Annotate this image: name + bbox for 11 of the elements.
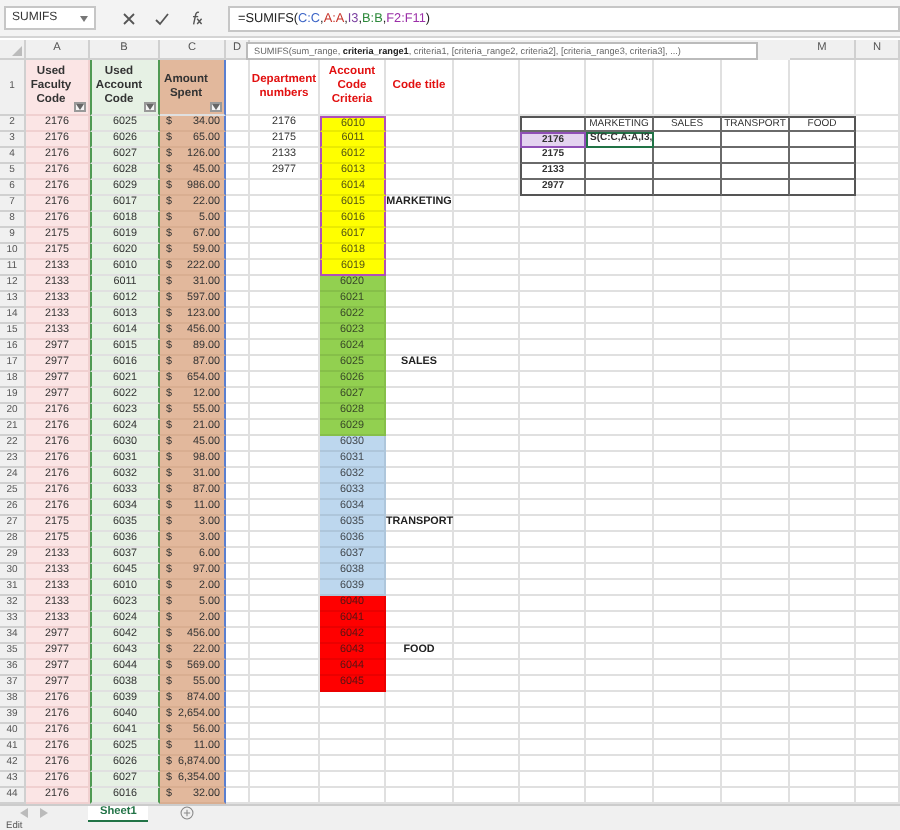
add-sheet-icon[interactable] (180, 806, 195, 820)
filter-button[interactable] (74, 102, 86, 112)
filter-button[interactable] (144, 102, 156, 112)
caret-icon (80, 15, 88, 21)
check-icon[interactable] (153, 11, 169, 25)
previous-sheet-icon[interactable] (20, 808, 28, 818)
next-sheet-icon[interactable] (40, 808, 48, 818)
cancel-icon[interactable] (121, 11, 135, 25)
function-icon[interactable] (187, 10, 203, 26)
select-all-icon[interactable] (12, 46, 22, 56)
filter-button[interactable] (210, 102, 222, 112)
